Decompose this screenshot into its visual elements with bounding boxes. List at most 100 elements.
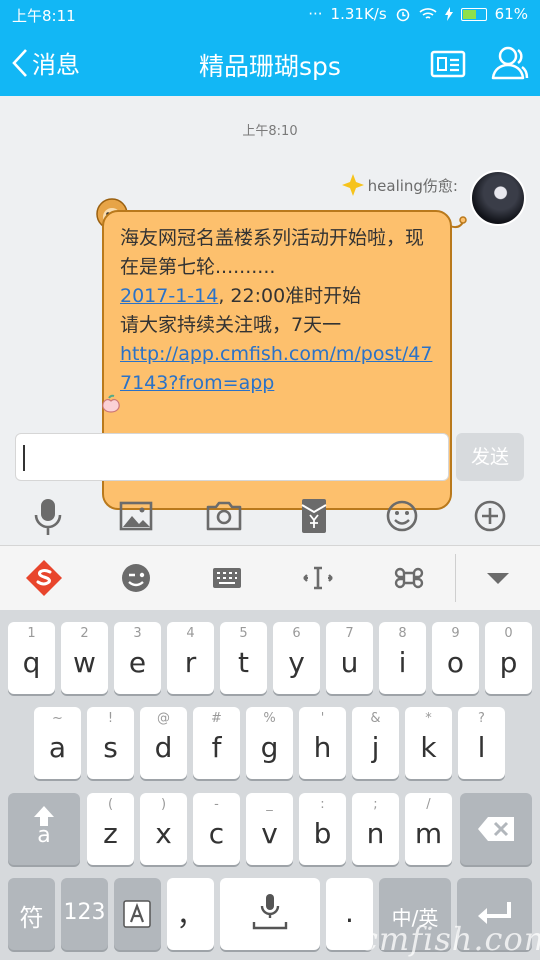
key-label: d <box>154 731 173 764</box>
key-label: x <box>155 817 172 850</box>
key-f[interactable]: # f <box>193 707 240 779</box>
key-hint: ( <box>107 797 114 812</box>
symbols-key[interactable]: 符 <box>8 878 55 950</box>
key-hint: ! <box>107 711 114 726</box>
key-hint: ) <box>160 797 167 812</box>
group-members-icon[interactable] <box>488 42 530 84</box>
keyboard: 1 q 2 w 3 e 4 r 5 t 6 y 7 u 8 i 9 o 0 p ~ a! s @ d # f% g ' h & j * k? l(z… <box>0 610 540 960</box>
status-bar: 上午8:11 ··· 1.31K/s 61% <box>0 0 540 30</box>
command-icon[interactable] <box>387 556 431 600</box>
shift-key-label: a <box>37 823 51 848</box>
sogou-logo[interactable] <box>22 556 66 600</box>
sparkle-icon <box>341 174 364 196</box>
message-text: 海友网冠名盖楼系列活动开始啦，现在是第七轮.......... 2017-1-1… <box>120 224 434 398</box>
plus-icon[interactable] <box>468 493 512 539</box>
red-packet-icon[interactable] <box>292 493 336 539</box>
key-u[interactable]: 7u <box>326 622 373 694</box>
key-hint: ; <box>373 797 378 812</box>
key-i[interactable]: 8i <box>379 622 426 694</box>
wink-emoji-icon[interactable] <box>114 556 158 600</box>
key-k[interactable]: * k <box>405 707 452 779</box>
avatar[interactable] <box>470 170 526 226</box>
key-d[interactable]: @ d <box>140 707 187 779</box>
message-line-3: 请大家持续关注哦，7天一 <box>120 314 342 336</box>
key-hint: # <box>211 711 222 726</box>
key-w[interactable]: 2w <box>61 622 108 694</box>
key-hint: _ <box>266 797 273 812</box>
key-g[interactable]: % g <box>246 707 293 779</box>
profile-card-icon[interactable] <box>428 44 468 84</box>
key-label: p <box>499 646 518 679</box>
key-label: i <box>398 646 407 679</box>
handwriting-a-icon <box>123 900 151 928</box>
shift-key[interactable]: a <box>8 793 80 865</box>
key-label: l <box>477 731 486 764</box>
key-r[interactable]: 4r <box>167 622 214 694</box>
key-q[interactable]: 1q <box>8 622 55 694</box>
chat-area[interactable]: 上午8:10 healing伤愈: 海友网冠名盖楼系列活动开始啦，现在是第七轮.… <box>0 96 540 510</box>
key-label: s <box>103 731 118 764</box>
emoji-icon[interactable] <box>380 493 424 539</box>
key-c[interactable]: -c <box>193 793 240 865</box>
key-b[interactable]: :b <box>299 793 346 865</box>
key-label: f <box>211 731 222 764</box>
comma-key[interactable]: ， <box>167 878 214 950</box>
watermark: cmfish.com <box>360 920 540 958</box>
key-hint: ~ <box>52 711 63 726</box>
key-a[interactable]: ~ a <box>34 707 81 779</box>
key-x[interactable]: ) x <box>140 793 187 865</box>
send-button[interactable]: 发送 <box>456 433 524 481</box>
status-dots: ··· <box>308 5 323 23</box>
back-label: 消息 <box>32 51 80 79</box>
key-s[interactable]: ! s <box>87 707 134 779</box>
message-after-date: , 22:00准时开始 <box>218 285 362 307</box>
space-key[interactable] <box>220 878 320 950</box>
chevron-left-icon <box>12 48 27 77</box>
wifi-icon <box>419 8 437 19</box>
keyboard-toolbar <box>0 545 540 610</box>
keyboard-icon[interactable] <box>205 556 249 600</box>
key-p[interactable]: 0p <box>485 622 532 694</box>
key-hint: - <box>214 797 219 812</box>
key-label: c <box>208 817 225 850</box>
numbers-key-label: 123 <box>63 900 106 925</box>
message-url-link[interactable]: http://app.cmfish.com/m/post/477143?from… <box>120 343 432 394</box>
backspace-key[interactable] <box>460 793 532 865</box>
key-label: v <box>261 817 278 850</box>
key-e[interactable]: 3e <box>114 622 161 694</box>
key-hint: : <box>320 797 325 812</box>
key-y[interactable]: 6y <box>273 622 320 694</box>
key-o[interactable]: 9o <box>432 622 479 694</box>
title-bar: 消息 精品珊瑚sps <box>0 30 540 96</box>
chat-toolbar <box>0 493 540 539</box>
key-n[interactable]: ; n <box>352 793 399 865</box>
key-hint: * <box>425 711 432 726</box>
key-label: h <box>313 731 332 764</box>
key-t[interactable]: 5t <box>220 622 267 694</box>
sender-label: healing伤愈: <box>341 174 458 196</box>
numbers-key[interactable]: 123 <box>61 878 108 950</box>
key-hint: @ <box>157 711 170 726</box>
key-label: n <box>366 817 385 850</box>
text-caret <box>23 445 25 471</box>
charging-icon <box>444 7 453 21</box>
sender-name: healing伤愈: <box>367 176 458 195</box>
key-j[interactable]: & j <box>352 707 399 779</box>
message-date-link[interactable]: 2017-1-14 <box>120 285 218 307</box>
keyboard-toolbar-divider <box>455 554 456 602</box>
message-input[interactable] <box>15 433 449 481</box>
key-z[interactable]: (z <box>87 793 134 865</box>
key-v[interactable]: _ v <box>246 793 293 865</box>
comma-key-label: ， <box>176 899 205 932</box>
key-hint: / <box>426 797 431 812</box>
microphone-icon[interactable] <box>26 493 70 539</box>
key-h[interactable]: ' h <box>299 707 346 779</box>
image-icon[interactable] <box>114 493 158 539</box>
camera-icon[interactable] <box>202 493 246 539</box>
cursor-move-icon[interactable] <box>296 556 340 600</box>
back-button[interactable]: 消息 <box>12 45 80 80</box>
key-l[interactable]: ? l <box>458 707 505 779</box>
collapse-icon[interactable] <box>476 556 520 600</box>
handwriting-key[interactable] <box>114 878 161 950</box>
key-m[interactable]: / m <box>405 793 452 865</box>
